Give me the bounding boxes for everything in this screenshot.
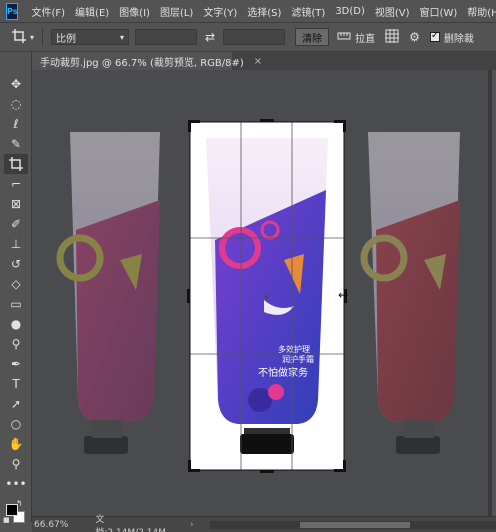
ratio-select[interactable]: 比例 ▾ <box>51 29 130 45</box>
hand-icon[interactable]: ✋ <box>4 434 28 454</box>
stamp-icon[interactable]: ⊥ <box>4 234 28 254</box>
document-info: 文档:2.14M/2.14M <box>95 514 166 532</box>
gear-icon[interactable]: ⚙ <box>409 30 420 44</box>
menu-view[interactable]: 视图(V) <box>370 4 415 19</box>
zoom-icon[interactable]: ⚲ <box>4 454 28 474</box>
tools-panel: ✥ ◌ ℓ ✎ ⌐ ⊠ ✐ ⊥ ↺ ◇ ▭ ● ⚲ ✒ T ➚ ○ ✋ ⚲ ••… <box>0 52 32 522</box>
default-colors-icon[interactable]: ■ <box>3 516 10 524</box>
healing-icon[interactable]: ⊠ <box>4 194 28 214</box>
slogan-text: 不怕做家务 <box>258 366 308 379</box>
chevron-down-icon[interactable]: ▾ <box>30 33 34 42</box>
swap-icon[interactable]: ⇄ <box>205 30 215 44</box>
document-tab[interactable]: 手动裁剪.jpg @ 66.7% (裁剪预览, RGB/8#) × <box>32 52 262 70</box>
quick-select-icon[interactable]: ✎ <box>4 134 28 154</box>
menu-select[interactable]: 选择(S) <box>242 4 286 19</box>
document-tab-title: 手动裁剪.jpg @ 66.7% (裁剪预览, RGB/8#) <box>40 57 244 69</box>
resize-cursor-icon: ↔ <box>338 288 348 302</box>
scrollbar-thumb[interactable] <box>299 521 410 528</box>
menu-layer[interactable]: 图层(L) <box>155 4 198 19</box>
menu-bar: Ps 文件(F) 编辑(E) 图像(I) 图层(L) 文字(Y) 选择(S) 滤… <box>0 0 496 22</box>
type-icon[interactable]: T <box>4 374 28 394</box>
shape-icon[interactable]: ○ <box>4 414 28 434</box>
crosshair-icon: + <box>262 292 270 303</box>
dodge-icon[interactable]: ⚲ <box>4 334 28 354</box>
crop-preset-icon[interactable] <box>12 28 28 46</box>
lasso-icon[interactable]: ℓ <box>4 114 28 134</box>
canvas-artwork: 多效护理 润护手霜 不怕做家务 + ↔ <box>32 70 492 516</box>
document-canvas[interactable]: 多效护理 润护手霜 不怕做家务 + ↔ <box>32 70 492 516</box>
vertical-scrollbar[interactable] <box>488 70 492 516</box>
straighten-label[interactable]: 拉直 <box>355 30 375 45</box>
photoshop-logo: Ps <box>6 2 19 20</box>
path-select-icon[interactable]: ➚ <box>4 394 28 414</box>
blur-icon[interactable]: ● <box>4 314 28 334</box>
history-brush-icon[interactable]: ↺ <box>4 254 28 274</box>
divider <box>42 28 44 46</box>
delete-cropped-pixels-label[interactable]: 删除裁 <box>444 30 474 45</box>
height-ratio-input[interactable] <box>223 29 286 45</box>
menu-edit[interactable]: 编辑(E) <box>70 4 114 19</box>
crop-icon[interactable] <box>4 154 28 174</box>
zoom-level[interactable]: 66.67% <box>32 520 87 530</box>
brand-text-line2: 润护手霜 <box>282 354 314 364</box>
document-tab-bar: 手动裁剪.jpg @ 66.7% (裁剪预览, RGB/8#) × <box>32 52 496 70</box>
menu-3d[interactable]: 3D(D) <box>330 6 370 17</box>
eraser-icon[interactable]: ◇ <box>4 274 28 294</box>
grid-overlay-icon[interactable] <box>385 28 400 46</box>
menu-type[interactable]: 文字(Y) <box>198 4 242 19</box>
width-ratio-input[interactable] <box>135 29 198 45</box>
menu-help[interactable]: 帮助(H) <box>462 4 496 19</box>
menu-image[interactable]: 图像(I) <box>114 4 155 19</box>
eyedropper-icon[interactable]: ⌐ <box>4 174 28 194</box>
clear-button[interactable]: 清除 <box>295 28 330 46</box>
straighten-icon[interactable] <box>337 30 351 45</box>
brand-text-line1: 多效护理 <box>278 344 310 354</box>
status-menu-arrow[interactable]: › <box>190 520 194 530</box>
horizontal-scrollbar[interactable] <box>209 520 496 529</box>
delete-cropped-pixels-checkbox[interactable] <box>429 30 440 42</box>
chevron-down-icon: ▾ <box>120 32 125 42</box>
pen-icon[interactable]: ✒ <box>4 354 28 374</box>
ratio-select-value: 比例 <box>56 33 77 45</box>
gradient-icon[interactable]: ▭ <box>4 294 28 314</box>
close-icon[interactable]: × <box>254 56 262 67</box>
menu-window[interactable]: 窗口(W) <box>415 4 463 19</box>
more-icon[interactable]: ••• <box>4 474 28 494</box>
move-icon[interactable]: ✥ <box>4 74 28 94</box>
menu-filter[interactable]: 滤镜(T) <box>286 4 330 19</box>
status-bar: 66.67% 文档:2.14M/2.14M › <box>32 515 496 532</box>
foreground-color-swatch[interactable] <box>6 504 18 516</box>
options-bar: ▾ 比例 ▾ ⇄ 清除 拉直 ⚙ 删除裁 <box>0 22 496 52</box>
brush-icon[interactable]: ✐ <box>4 214 28 234</box>
menu-file[interactable]: 文件(F) <box>26 4 70 19</box>
marquee-icon[interactable]: ◌ <box>4 94 28 114</box>
